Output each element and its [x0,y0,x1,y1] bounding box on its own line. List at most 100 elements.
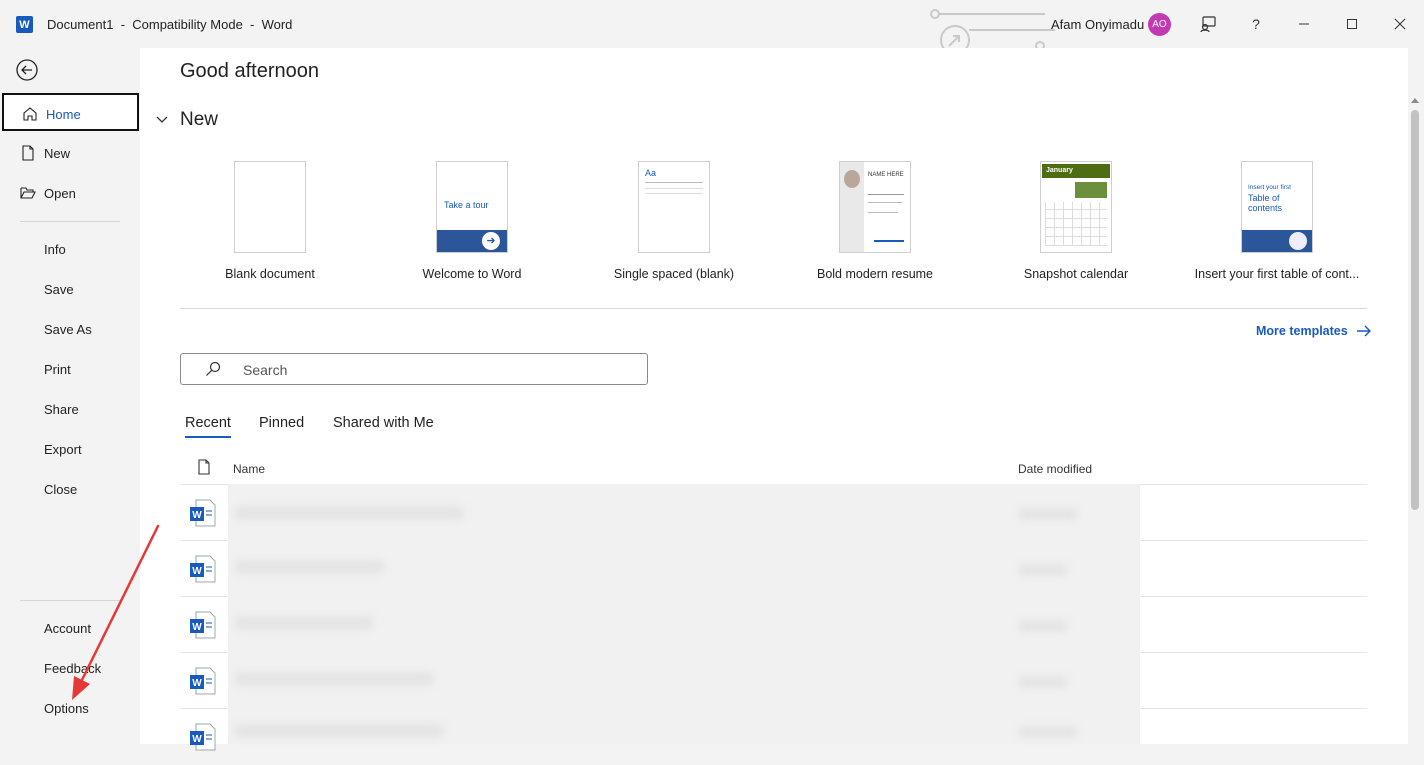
svg-text:W: W [192,678,202,689]
sidebar-item-export[interactable]: Export [2,430,139,468]
template-table-of-contents[interactable]: Insert your first Table of contents Inse… [1182,161,1372,281]
more-templates-label: More templates [1256,324,1348,338]
template-blank-document[interactable]: Blank document [175,161,365,281]
sidebar-item-label: Share [44,402,79,417]
sidebar-item-open[interactable]: Open [2,174,139,212]
sidebar-item-share[interactable]: Share [2,390,139,428]
column-header-name[interactable]: Name [233,462,265,476]
scroll-up-icon[interactable] [1410,96,1420,104]
column-header-date-modified[interactable]: Date modified [1018,462,1092,476]
coauthoring-icon[interactable] [1196,12,1220,36]
user-avatar[interactable]: AO [1148,13,1171,36]
thumb-text: Aa [645,168,657,178]
template-snapshot-calendar[interactable]: January Snapshot calendar [981,161,1171,281]
sidebar-item-save-as[interactable]: Save As [2,310,139,348]
new-document-icon [22,145,34,161]
word-file-icon: W [190,499,216,527]
template-thumbnail: Aa [638,161,710,253]
svg-text:W: W [192,510,202,521]
word-file-icon: W [190,667,216,695]
search-box[interactable] [180,353,648,385]
tab-pinned[interactable]: Pinned [259,415,304,436]
sidebar-item-label: Account [44,621,91,636]
sidebar-item-label: Print [44,362,71,377]
section-title: New [180,109,219,130]
sidebar-item-label: Home [46,107,81,122]
main-panel: Good afternoon New Blank document Take a… [140,48,1408,751]
template-welcome-to-word[interactable]: Take a tour ➜ Welcome to Word [377,161,567,281]
folder-open-icon [20,187,36,199]
template-single-spaced[interactable]: Aa Single spaced (blank) [579,161,769,281]
word-file-icon: W [190,723,216,751]
svg-text:W: W [192,734,202,745]
thumb-text: NAME HERE [868,172,904,178]
svg-text:W: W [192,622,202,633]
sidebar-divider [20,600,120,601]
arrow-right-icon: ➜ [482,232,500,250]
scrollbar-thumb[interactable] [1411,110,1419,510]
backstage-sidebar: Home New Open Info Save Save As Print Sh… [0,48,140,744]
sidebar-item-home[interactable]: Home [2,93,139,131]
more-templates-link[interactable]: More templates [1256,324,1372,338]
user-name[interactable]: Afam Onyimadu [1051,17,1144,32]
template-thumbnail: Insert your first Table of contents [1241,161,1313,253]
template-thumbnail: Take a tour ➜ [436,161,508,253]
title-bar: W Document1 - Compatibility Mode - Word … [0,0,1424,48]
search-icon [206,361,221,376]
divider [180,308,1367,309]
thumb-text: January [1042,164,1110,178]
sidebar-item-label: Info [44,242,66,257]
minimize-icon[interactable] [1292,12,1316,36]
chevron-down-icon [156,116,168,123]
template-caption: Single spaced (blank) [613,267,735,281]
photo-icon [844,170,860,188]
template-thumbnail [234,161,306,253]
sidebar-item-label: Save [44,282,74,297]
word-file-icon: W [190,611,216,639]
page-title: Good afternoon [180,60,319,82]
sidebar-item-print[interactable]: Print [2,350,139,388]
tab-recent[interactable]: Recent [185,415,231,438]
template-caption: Welcome to Word [422,267,522,281]
sidebar-item-account[interactable]: Account [2,609,139,647]
word-logo-icon: W [16,16,33,33]
close-icon[interactable] [1388,12,1412,36]
sidebar-item-label: New [44,146,71,161]
sidebar-item-info[interactable]: Info [2,230,139,268]
tab-shared-with-me[interactable]: Shared with Me [333,415,434,436]
word-file-icon: W [190,555,216,583]
svg-text:W: W [192,566,202,577]
sidebar-item-label: Feedback [44,661,102,676]
search-input[interactable] [241,358,625,382]
sidebar-item-label: Options [44,701,89,716]
sidebar-item-label: Export [44,442,82,457]
sidebar-item-new[interactable]: New [2,134,139,172]
sidebar-item-feedback[interactable]: Feedback [2,649,139,687]
template-thumbnail: NAME HERE [839,161,911,253]
thumb-text: Insert your first [1248,184,1291,191]
pointer-icon [1289,232,1307,250]
sidebar-item-close[interactable]: Close [2,470,139,508]
template-caption: Bold modern resume [816,267,934,281]
sidebar-item-save[interactable]: Save [2,270,139,308]
template-caption: Insert your first table of cont... [1194,267,1360,281]
template-thumbnail: January [1040,161,1112,253]
back-arrow-icon[interactable] [16,59,38,81]
sidebar-divider [20,221,120,222]
file-type-icon [198,459,210,475]
thumb-text: Table of contents [1248,193,1283,213]
template-caption: Blank document [225,267,315,281]
sidebar-item-label: Open [44,186,76,201]
maximize-icon[interactable] [1340,12,1364,36]
sidebar-item-options[interactable]: Options [2,689,139,727]
sidebar-item-label: Save As [44,322,92,337]
template-caption: Snapshot calendar [1023,267,1129,281]
thumb-text: Take a tour [444,200,489,210]
home-icon [23,107,37,121]
template-bold-modern-resume[interactable]: NAME HERE Bold modern resume [780,161,970,281]
help-button[interactable]: ? [1244,12,1268,36]
sidebar-item-label: Close [44,482,78,497]
redacted-file-list [228,484,1140,744]
document-title: Document1 - Compatibility Mode - Word [47,17,293,32]
new-section-toggle[interactable]: New [156,109,218,131]
